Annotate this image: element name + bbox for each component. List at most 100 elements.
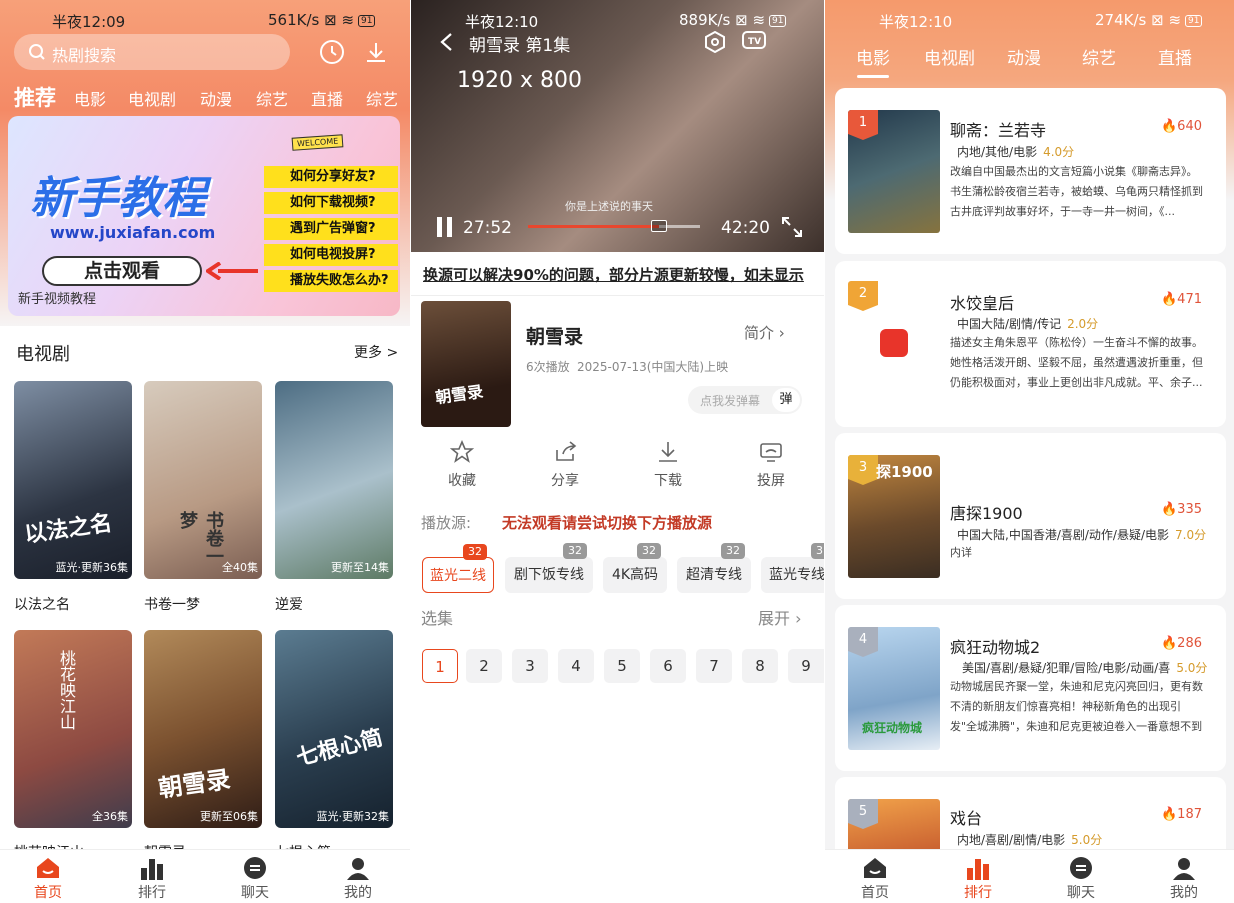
poster-card[interactable]: 桃花映江山 全36集 bbox=[14, 630, 132, 828]
poster-card[interactable]: 朝雪录 更新至06集 bbox=[144, 630, 262, 828]
video-title: 朝雪录 第1集 bbox=[469, 36, 571, 56]
rank-card[interactable]: 1 聊斋：兰若寺 🔥640 内地/其他/电影 4.0分 改编自中国最杰出的文言短篇… bbox=[835, 88, 1226, 254]
poster-title[interactable]: 以法之名 bbox=[14, 594, 70, 614]
rank-title: 聊斋：兰若寺 bbox=[950, 121, 1047, 140]
progress-track[interactable] bbox=[528, 220, 700, 232]
episode-item[interactable]: 6 bbox=[650, 649, 686, 683]
episode-item[interactable]: 9 bbox=[788, 649, 824, 683]
watch-button[interactable]: 点击观看 bbox=[42, 256, 202, 286]
source-option[interactable]: 蓝光专线 3 bbox=[761, 543, 824, 593]
rank-desc: 描述女主角朱恩平（陈松伶）一生奋斗不懈的故事。她性格活泼开朗、坚毅不屈，虽然遭遇… bbox=[950, 336, 1203, 389]
net-speed: 889K/s bbox=[679, 11, 731, 29]
status-bar: 半夜12:10 274K/s ⊠ ≋ 91 bbox=[825, 0, 1234, 38]
more-link[interactable]: 更多 > bbox=[354, 342, 398, 362]
tv-cast-icon[interactable]: TV bbox=[741, 29, 767, 53]
nav-rank[interactable]: 排行 bbox=[112, 856, 192, 902]
arrow-icon bbox=[206, 262, 258, 280]
episode-item[interactable]: 2 bbox=[466, 649, 502, 683]
history-icon[interactable] bbox=[319, 39, 345, 65]
source-option[interactable]: 蓝光二线 32 bbox=[422, 544, 494, 593]
show-name: 朝雪录 bbox=[526, 326, 584, 348]
danmu-input[interactable]: 点我发弹幕 弹 bbox=[688, 386, 802, 414]
source-name: 蓝光二线 bbox=[430, 568, 486, 584]
category-tab-live[interactable]: 直播 bbox=[311, 86, 343, 110]
download-icon[interactable] bbox=[364, 40, 388, 64]
nav-label: 排行 bbox=[964, 885, 992, 901]
source-option[interactable]: 4K高码 32 bbox=[603, 543, 667, 593]
category-tab-movie[interactable]: 电影 bbox=[74, 86, 106, 110]
nav-home[interactable]: 首页 bbox=[835, 856, 915, 902]
intro-label: 简介 bbox=[744, 324, 775, 342]
episode-item[interactable]: 7 bbox=[696, 649, 732, 683]
progress-fill bbox=[528, 225, 659, 228]
source-count: 3 bbox=[811, 543, 824, 559]
back-icon[interactable] bbox=[439, 32, 455, 52]
category-tab-tv[interactable]: 电视剧 bbox=[128, 86, 176, 110]
faq-item: 播放失败怎么办? bbox=[264, 270, 398, 292]
cast-button[interactable]: 投屏 bbox=[731, 440, 811, 490]
rank-card[interactable]: 2 水饺皇后 🔥471 中国大陆/剧情/传记 2.0分 描述女主角朱恩平（陈松伶）… bbox=[835, 261, 1226, 427]
nav-chat[interactable]: 聊天 bbox=[215, 856, 295, 902]
episode-item[interactable]: 1 bbox=[422, 649, 458, 683]
pause-icon[interactable] bbox=[435, 216, 455, 238]
favorite-button[interactable]: 收藏 bbox=[422, 440, 502, 490]
category-tab-recommend[interactable]: 推荐 bbox=[14, 82, 56, 112]
nav-home[interactable]: 首页 bbox=[8, 856, 88, 902]
nav-mine[interactable]: 我的 bbox=[318, 856, 398, 902]
episode-item[interactable]: 4 bbox=[558, 649, 594, 683]
rank-tab-tv[interactable]: 电视剧 bbox=[924, 44, 975, 69]
progress-handle[interactable] bbox=[650, 220, 667, 232]
rank-tab-variety[interactable]: 综艺 bbox=[1082, 44, 1116, 69]
poster-card[interactable]: 以法之名 蓝光·更新36集 bbox=[14, 381, 132, 579]
fullscreen-icon[interactable] bbox=[781, 216, 803, 238]
expand-link[interactable]: 展开 › bbox=[758, 605, 802, 629]
meta-text: 内地/其他/电影 bbox=[957, 145, 1038, 159]
episode-item[interactable]: 5 bbox=[604, 649, 640, 683]
poster-title[interactable]: 书卷一梦 bbox=[144, 594, 200, 614]
download-button[interactable]: 下载 bbox=[628, 440, 708, 490]
rank-tab-live[interactable]: 直播 bbox=[1158, 44, 1192, 69]
source-hint: 无法观看请尝试切换下方播放源 bbox=[502, 514, 713, 532]
poster-art-text: 探1900 bbox=[876, 463, 933, 481]
source-option[interactable]: 超清专线 32 bbox=[677, 543, 751, 593]
intro-link[interactable]: 简介 › bbox=[744, 322, 785, 343]
welcome-sign: WELCOME bbox=[291, 134, 344, 151]
poster-card[interactable]: 更新至14集 bbox=[275, 381, 393, 579]
action-label: 分享 bbox=[551, 473, 579, 489]
search-input[interactable]: 热剧搜索 bbox=[14, 34, 290, 70]
rank-tab-anime[interactable]: 动漫 bbox=[1007, 44, 1041, 69]
category-tab-variety[interactable]: 综艺 bbox=[256, 86, 288, 110]
rank-card[interactable]: 3 探1900 唐探1900 🔥335 中国大陆,中国香港/喜剧/动作/悬疑/电… bbox=[835, 433, 1226, 599]
status-badge: 更新至14集 bbox=[331, 561, 389, 574]
heat-count: 🔥640 bbox=[1160, 119, 1202, 134]
nav-mine[interactable]: 我的 bbox=[1144, 856, 1224, 902]
rank-badge: 5 bbox=[848, 799, 878, 829]
score: 4.0分 bbox=[1043, 145, 1075, 159]
episode-item[interactable]: 3 bbox=[512, 649, 548, 683]
banner-site: www.juxiafan.com bbox=[50, 223, 216, 242]
poster-card[interactable]: 七根心简 蓝光·更新32集 bbox=[275, 630, 393, 828]
danmu-placeholder: 点我发弹幕 bbox=[700, 394, 761, 408]
nav-chat[interactable]: 聊天 bbox=[1041, 856, 1121, 902]
action-label: 下载 bbox=[654, 473, 682, 489]
video-subtitle: 你是上述说的事天 bbox=[565, 200, 653, 213]
tutorial-banner[interactable]: WELCOME 新手教程 www.juxiafan.com 点击观看 新手视频教… bbox=[8, 116, 400, 316]
poster-title[interactable]: 逆爱 bbox=[275, 594, 303, 614]
source-name: 蓝光专线 bbox=[769, 567, 824, 583]
meta-text: 美国/喜剧/悬疑/犯罪/冒险/电影/动画/喜 bbox=[962, 661, 1171, 675]
episode-item[interactable]: 8 bbox=[742, 649, 778, 683]
source-option[interactable]: 剧下饭专线 32 bbox=[505, 543, 593, 593]
rank-card[interactable]: 4 疯狂动物城 疯狂动物城2 🔥286 美国/喜剧/悬疑/犯罪/冒险/电影/动画… bbox=[835, 605, 1226, 771]
poster-card[interactable]: 书卷一梦 全40集 bbox=[144, 381, 262, 579]
rank-tab-movie[interactable]: 电影 bbox=[856, 44, 890, 69]
episodes-label: 选集 bbox=[421, 609, 454, 628]
nav-rank[interactable]: 排行 bbox=[938, 856, 1018, 902]
category-tab-anime[interactable]: 动漫 bbox=[200, 86, 232, 110]
category-tab-variety-2[interactable]: 综艺 bbox=[366, 86, 398, 110]
danmu-button[interactable]: 弹 bbox=[772, 388, 800, 412]
video-player[interactable]: 半夜12:10 889K/s ⊠ ≋ 91 朝雪录 第1集 TV 1920 x 8… bbox=[411, 0, 824, 252]
home-icon bbox=[864, 858, 886, 878]
share-button[interactable]: 分享 bbox=[525, 440, 605, 490]
nav-label: 首页 bbox=[861, 885, 889, 901]
settings-icon[interactable] bbox=[704, 31, 726, 53]
